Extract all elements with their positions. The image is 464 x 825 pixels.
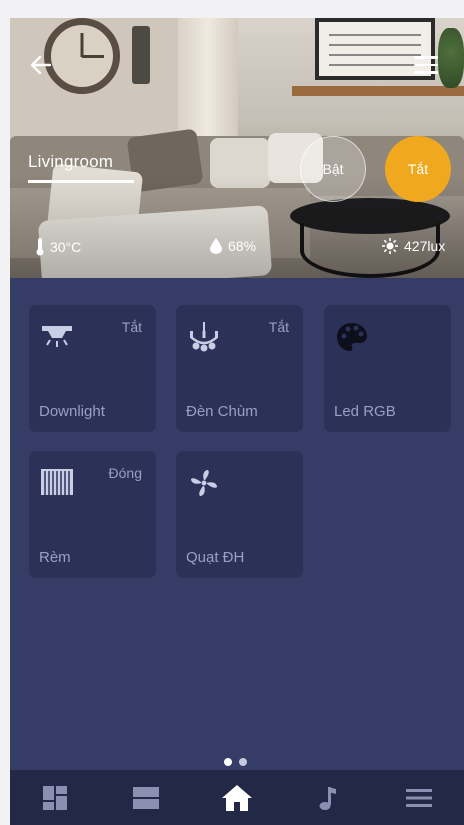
device-state: Tắt (121, 319, 142, 335)
thermometer-icon (36, 238, 44, 256)
humidity-reading: 68% (210, 238, 256, 254)
light-reading: 427lux (382, 238, 445, 254)
menu-icon (405, 788, 432, 807)
room-tab-livingroom[interactable]: Livingroom (28, 152, 134, 183)
nav-home[interactable] (217, 778, 257, 818)
page-dot-active[interactable] (224, 758, 232, 766)
back-arrow-icon[interactable] (28, 52, 54, 78)
device-state: Đóng (108, 465, 142, 481)
downlight-icon (42, 326, 72, 347)
palette-icon (337, 323, 367, 351)
temperature-reading: 30°C (36, 238, 81, 256)
device-tile-chandelier[interactable]: Tắt Đèn Chùm (176, 305, 303, 432)
device-label: Led RGB (334, 403, 396, 420)
nav-music[interactable] (308, 778, 348, 818)
humidity-value: 68% (228, 238, 257, 254)
device-label: Đèn Chùm (186, 403, 258, 420)
nav-menu[interactable] (399, 778, 439, 818)
page-indicator (224, 758, 247, 766)
turn-on-button[interactable]: Bật (300, 136, 366, 202)
device-tile-curtain[interactable]: Đóng Rèm (29, 451, 156, 578)
device-label: Downlight (39, 403, 105, 420)
temperature-value: 30°C (50, 239, 82, 255)
hamburger-menu-icon[interactable] (414, 56, 438, 74)
device-tile-air-conditioner[interactable]: Quạt ĐH (176, 451, 303, 578)
rooms-icon (133, 786, 160, 809)
home-icon (221, 784, 252, 811)
device-tile-led-rgb[interactable]: Led RGB (324, 305, 451, 432)
water-drop-icon (210, 238, 222, 254)
nav-rooms[interactable] (126, 778, 166, 818)
device-state: Tắt (268, 319, 289, 335)
sun-icon (382, 238, 398, 254)
light-value: 427lux (404, 238, 446, 254)
device-tile-downlight[interactable]: Tắt Downlight (29, 305, 156, 432)
app-screen: Livingroom Bật Tắt 30°C 68% 427lux Tắt D… (10, 18, 464, 825)
turn-off-button[interactable]: Tắt (385, 136, 451, 202)
nav-dashboard[interactable] (35, 778, 75, 818)
chandelier-icon (190, 322, 218, 352)
dashboard-icon (43, 785, 68, 810)
curtain-icon (41, 469, 73, 495)
bottom-navigation (10, 770, 464, 825)
fan-icon (191, 470, 217, 496)
device-label: Quạt ĐH (186, 549, 245, 566)
music-icon (319, 786, 336, 810)
page-dot[interactable] (239, 758, 247, 766)
device-label: Rèm (39, 549, 71, 566)
